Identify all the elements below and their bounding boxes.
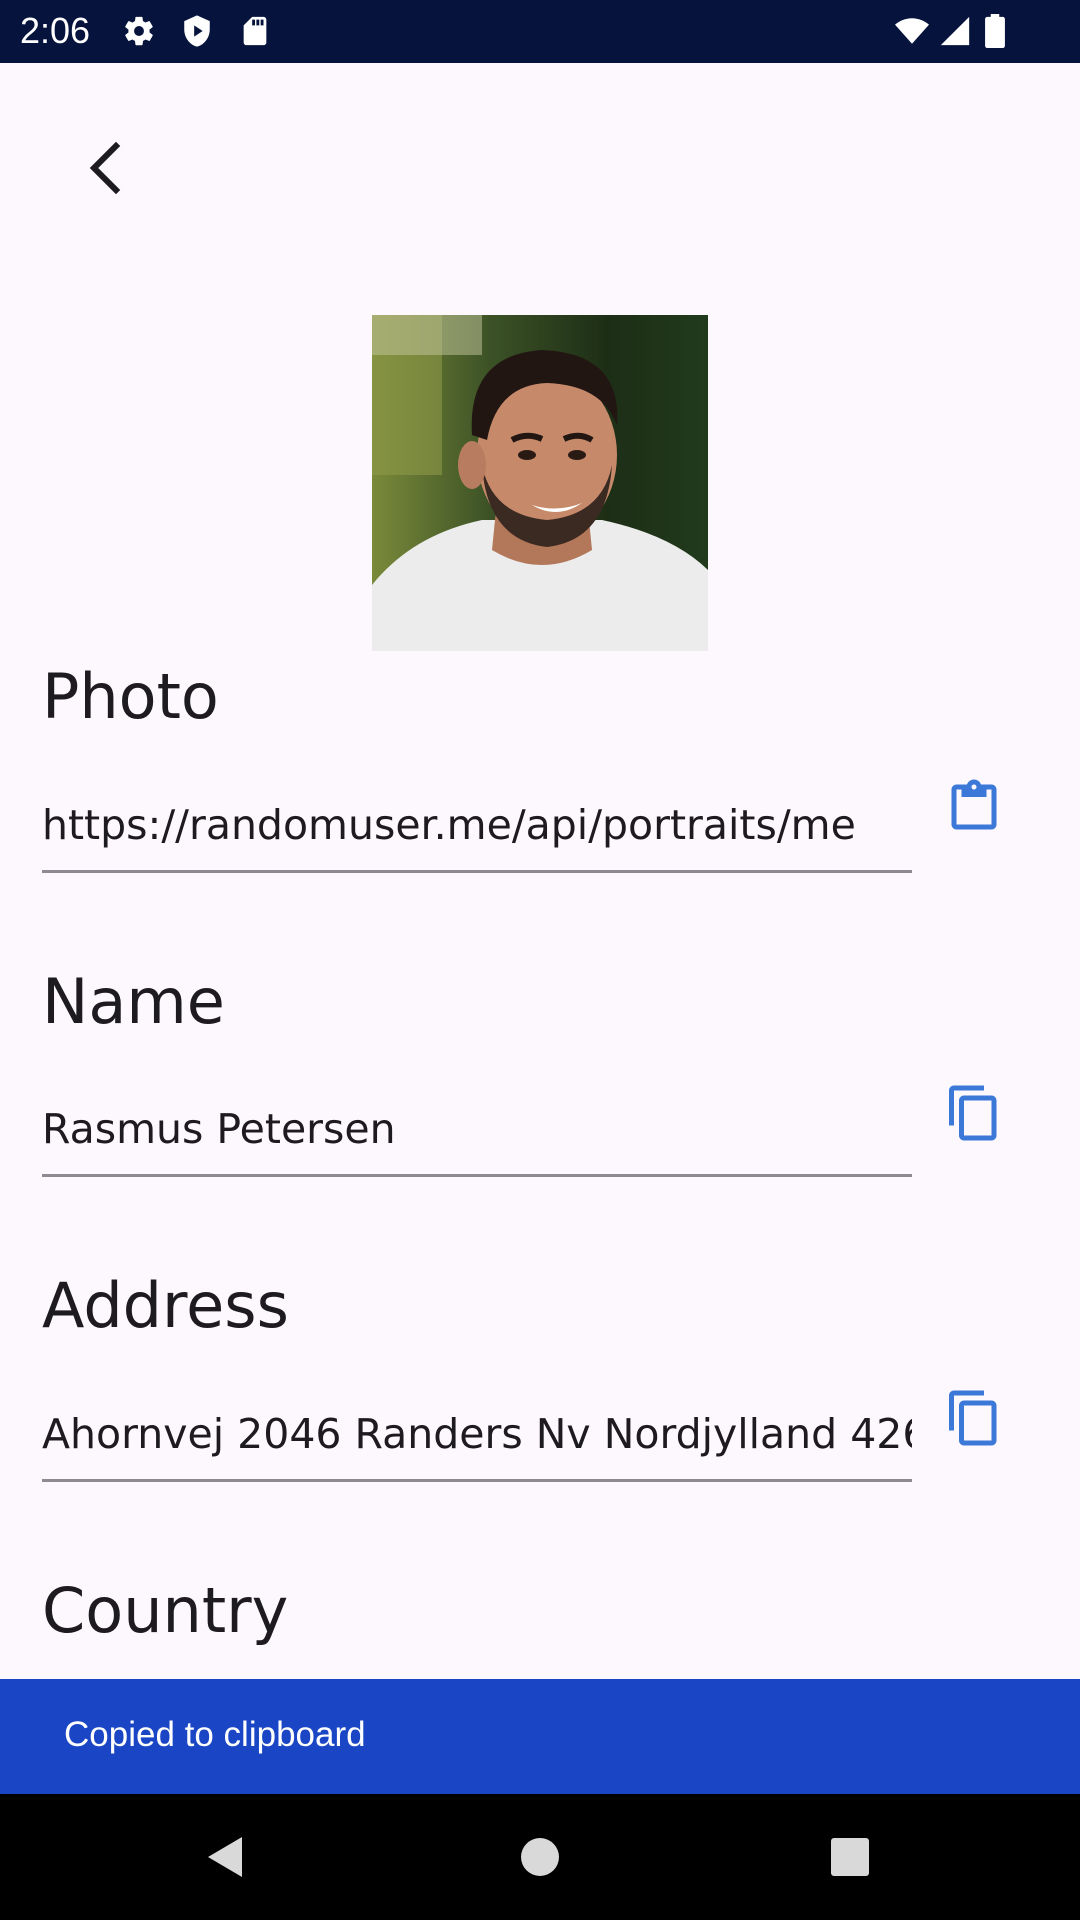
- profile-detail-screen: 2:06 Photo https://randomuser.me/api/por…: [0, 0, 1080, 1920]
- status-time: 2:06: [20, 10, 91, 51]
- navigation-bar: [0, 1794, 1080, 1920]
- name-field[interactable]: Rasmus Petersen: [42, 1084, 912, 1177]
- nav-recents-button[interactable]: [820, 1827, 880, 1887]
- photo-url-field[interactable]: https://randomuser.me/api/portraits/me: [42, 780, 912, 873]
- name-value: Rasmus Petersen: [42, 1105, 396, 1153]
- battery-icon: [980, 14, 1010, 48]
- paste-photo-button[interactable]: [944, 775, 1004, 839]
- copy-address-button[interactable]: [944, 1386, 1004, 1450]
- snackbar: Copied to clipboard: [0, 1679, 1080, 1794]
- back-triangle-icon: [208, 1837, 242, 1877]
- snackbar-message: Copied to clipboard: [64, 1715, 366, 1754]
- shield-icon: [180, 14, 214, 48]
- signal-icon: [938, 14, 972, 48]
- section-title-country: Country: [42, 1574, 289, 1647]
- address-field[interactable]: Ahornvej 2046 Randers Nv Nordjylland 426: [42, 1389, 912, 1482]
- settings-icon: [122, 14, 156, 48]
- copy-icon: [949, 1085, 997, 1141]
- wifi-icon: [892, 14, 932, 48]
- recents-square-icon: [831, 1838, 869, 1876]
- clipboard-icon: [951, 779, 997, 830]
- section-title-photo: Photo: [42, 660, 219, 733]
- section-title-address: Address: [42, 1269, 289, 1342]
- nav-home-button[interactable]: [510, 1827, 570, 1887]
- nav-back-button[interactable]: [196, 1827, 256, 1887]
- status-bar: 2:06: [0, 0, 1080, 63]
- avatar: [372, 315, 708, 651]
- section-title-name: Name: [42, 965, 225, 1038]
- copy-icon: [949, 1390, 997, 1446]
- copy-name-button[interactable]: [944, 1081, 1004, 1145]
- sd-card-icon: [238, 14, 272, 48]
- avatar-photo: [372, 315, 708, 651]
- home-circle-icon: [521, 1838, 559, 1876]
- back-button[interactable]: [66, 130, 146, 210]
- photo-url-value: https://randomuser.me/api/portraits/me: [42, 801, 856, 849]
- address-value: Ahornvej 2046 Randers Nv Nordjylland 426: [42, 1410, 912, 1458]
- chevron-left-icon: [89, 141, 121, 195]
